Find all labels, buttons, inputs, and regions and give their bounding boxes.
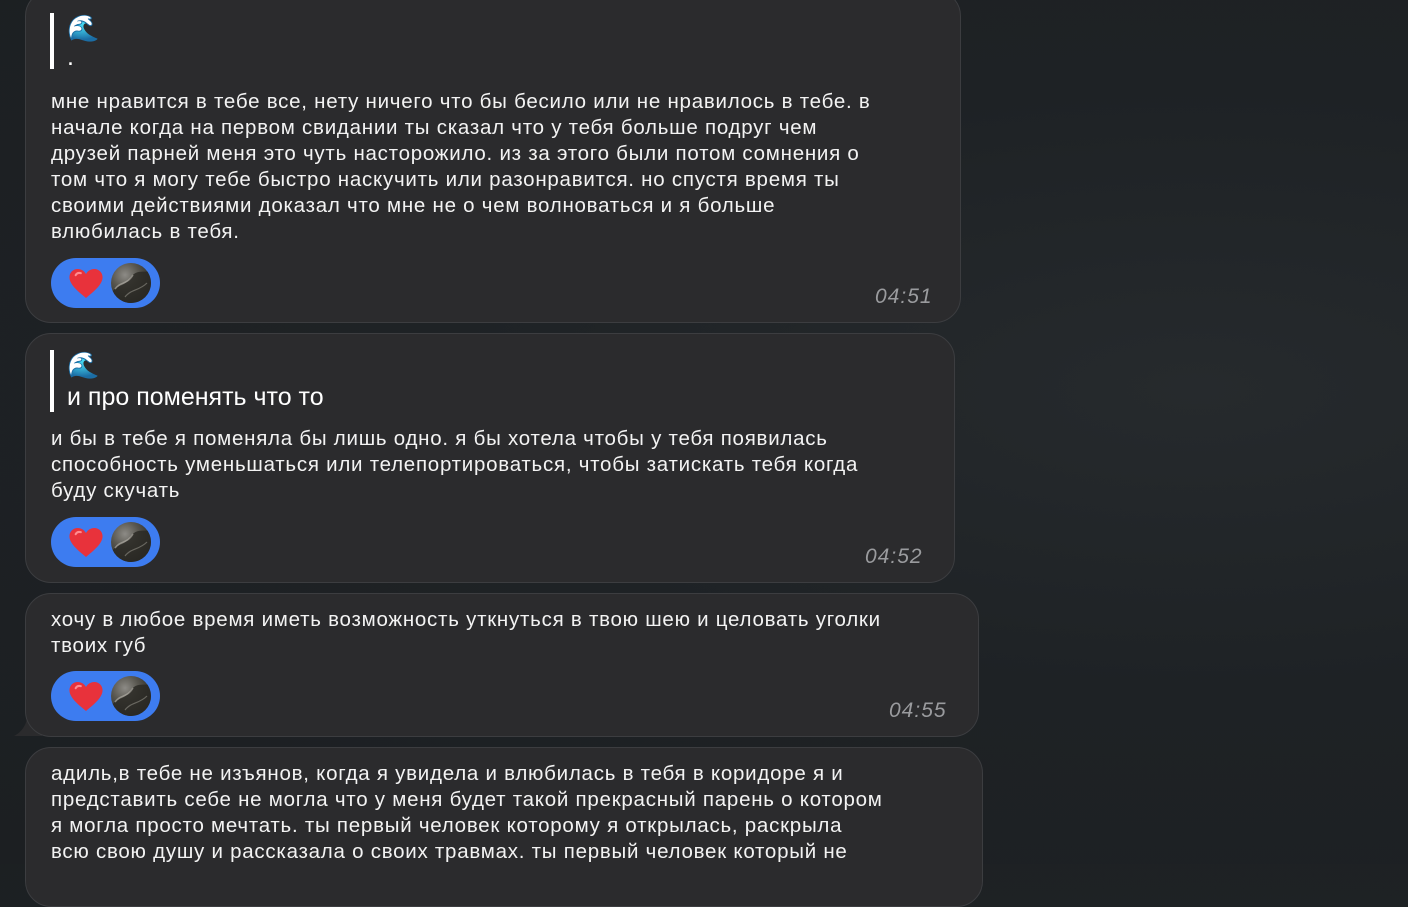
message-time: 04:52 [865,545,923,568]
message-bubble[interactable]: 🌊 . мне нравится в тебе все, нету ничего… [25,0,961,323]
reactor-avatar[interactable] [111,263,151,303]
quote-block[interactable]: 🌊 . [50,13,100,71]
heart-icon [69,682,103,711]
message-text: мне нравится в тебе все, нету ничего что… [51,90,871,243]
message-time: 04:51 [875,285,933,308]
wave-emoji: 🌊 [67,13,100,43]
message-text: хочу в любое время иметь возможность утк… [51,608,881,657]
message-bubble[interactable]: 🌊 и про поменять что то и бы в тебе я по… [25,333,955,583]
reaction-pill[interactable] [51,671,160,721]
quote-text: и про поменять что то [67,383,324,411]
chat-area[interactable]: 🌊 . мне нравится в тебе все, нету ничего… [0,0,1408,907]
reaction-pill[interactable] [51,517,160,567]
reactor-avatar[interactable] [111,522,151,562]
quote-text: . [67,43,74,71]
message-text: и бы в тебе я поменяла бы лишь одно. я б… [51,427,859,502]
reactor-avatar[interactable] [111,676,151,716]
reaction-pill[interactable] [51,258,160,308]
message-bubble[interactable]: хочу в любое время иметь возможность утк… [25,593,979,737]
quote-block[interactable]: 🌊 и про поменять что то [50,350,324,412]
wave-emoji: 🌊 [67,350,100,380]
message-text: адиль,в тебе не изъянов, когда я увидела… [51,762,883,863]
heart-icon [69,269,103,298]
message-bubble[interactable]: адиль,в тебе не изъянов, когда я увидела… [25,747,983,907]
heart-icon [69,528,103,557]
message-time: 04:55 [889,699,947,722]
